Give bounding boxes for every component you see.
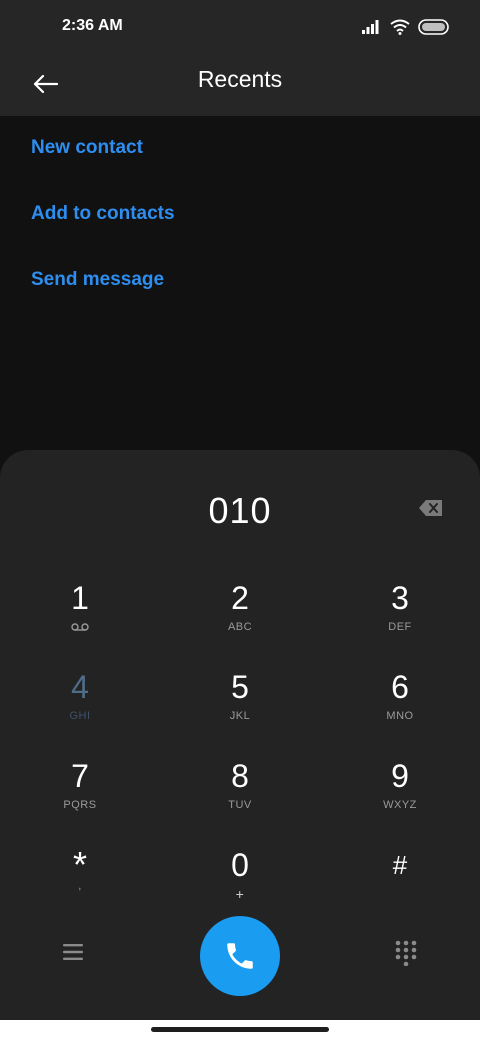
menu-icon [63, 944, 83, 960]
key-letters: DEF [388, 621, 412, 633]
key-letters: JKL [229, 710, 251, 722]
key-letters: WXYZ [383, 799, 417, 811]
key-digit: * [72, 844, 87, 885]
backspace-button[interactable] [418, 498, 444, 518]
key-letters: + [235, 886, 245, 902]
key-7[interactable]: 7 PQRS [20, 758, 140, 838]
new-contact-link[interactable]: New contact [31, 137, 143, 159]
key-letters: TUV [228, 799, 252, 811]
key-letters: PQRS [63, 799, 97, 811]
dialpad-panel: 010 1 2 ABC 3 DEF 4 GHI 5 JKL 6 MNO 7 PQ… [0, 450, 480, 1020]
send-message-link[interactable]: Send message [31, 269, 164, 291]
key-digit: # [392, 850, 408, 880]
key-5[interactable]: 5 JKL [180, 669, 300, 749]
app-header: Recents [0, 52, 480, 116]
key-9[interactable]: 9 WXYZ [340, 758, 460, 838]
key-8[interactable]: 8 TUV [180, 758, 300, 838]
key-hash[interactable]: # [340, 847, 460, 927]
key-digit: 4 [71, 669, 89, 705]
key-digit: 8 [231, 758, 249, 794]
status-icons [362, 17, 450, 37]
key-letters: GHI [69, 710, 91, 722]
voicemail-icon [71, 623, 89, 631]
page-title: Recents [197, 66, 283, 92]
dialed-number: 010 [208, 490, 272, 531]
key-digit: 6 [391, 669, 409, 705]
dialpad-toggle-button[interactable] [394, 940, 418, 967]
home-indicator[interactable] [151, 1027, 329, 1032]
key-0[interactable]: 0 + [180, 847, 300, 927]
key-digit: 1 [71, 580, 89, 616]
wifi-icon [390, 19, 410, 35]
key-digit: 2 [231, 580, 249, 616]
key-letters: , [78, 880, 82, 892]
key-digit: 0 [231, 847, 249, 883]
key-digit: 9 [391, 758, 409, 794]
key-star[interactable]: * , [20, 847, 140, 927]
battery-icon [418, 19, 449, 35]
key-digit: 5 [231, 669, 249, 705]
key-digit: 3 [391, 580, 409, 616]
status-bar: 2:36 AM [0, 0, 480, 52]
add-to-contacts-link[interactable]: Add to contacts [31, 203, 175, 225]
dialpad-icon [395, 940, 417, 967]
key-6[interactable]: 6 MNO [340, 669, 460, 749]
key-2[interactable]: 2 ABC [180, 580, 300, 660]
key-3[interactable]: 3 DEF [340, 580, 460, 660]
key-digit: 7 [71, 758, 89, 794]
backspace-icon [419, 500, 442, 516]
navigation-bar [0, 1020, 480, 1040]
signal-icon [362, 20, 379, 34]
phone-icon [227, 943, 253, 969]
menu-button[interactable] [60, 940, 88, 964]
call-button[interactable] [200, 916, 280, 996]
key-1[interactable]: 1 [20, 580, 140, 660]
key-letters: MNO [386, 710, 414, 722]
key-4[interactable]: 4 GHI [20, 669, 140, 749]
status-time: 2:36 AM [62, 17, 123, 34]
key-letters: ABC [227, 621, 253, 633]
